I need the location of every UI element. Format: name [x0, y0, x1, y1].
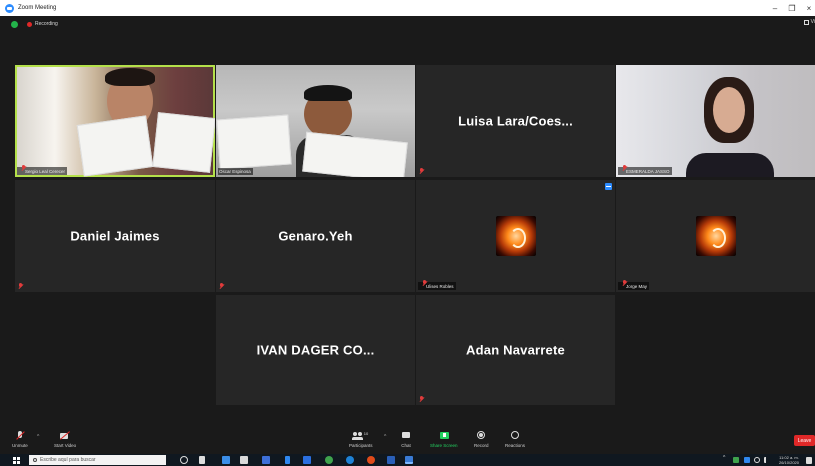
phoenix-avatar-icon	[495, 216, 536, 256]
chrome-icon[interactable]	[325, 456, 333, 464]
audio-options-caret[interactable]: ^	[37, 434, 39, 440]
document-paper	[152, 112, 215, 173]
record-button[interactable]: Record	[474, 431, 489, 448]
participant-tile-luisa[interactable]: Luisa Lara/Coes...	[416, 65, 615, 177]
participant-tile-ivan[interactable]: IVAN DAGER CO...	[216, 295, 415, 405]
participant-tile-oscar[interactable]: Oscar Espinosa	[216, 65, 415, 177]
reactions-button[interactable]: Reactions	[505, 431, 525, 448]
chat-icon	[400, 431, 412, 441]
view-label: Vi	[810, 19, 815, 25]
windows-start-icon[interactable]	[13, 456, 20, 464]
clock[interactable]: 11:02 a. m. 26/10/2020	[776, 455, 802, 465]
zoom-taskbar-icon[interactable]	[405, 456, 413, 464]
share-screen-button[interactable]: Share Screen	[430, 431, 458, 448]
taskbar-search-input[interactable]: Escribe aquí para buscar	[29, 455, 166, 465]
participant-tile-esmeralda[interactable]: ESMERALDA JASSO	[616, 65, 815, 177]
share-screen-icon	[438, 431, 450, 441]
vscode-icon[interactable]	[285, 456, 290, 464]
participant-name-label: Jorge May	[618, 280, 650, 290]
participant-tile-genaro[interactable]: Genaro.Yeh	[216, 180, 415, 292]
cortana-icon[interactable]	[180, 456, 188, 464]
security-shield-icon[interactable]	[11, 20, 18, 28]
notifications-icon[interactable]	[806, 457, 812, 464]
maximize-button[interactable]: ❐	[784, 0, 800, 16]
leave-button[interactable]: Leave	[794, 435, 815, 446]
chat-button[interactable]: Chat	[400, 431, 412, 448]
participant-display-name: Luisa Lara/Coes...	[458, 113, 573, 129]
word-icon[interactable]	[387, 456, 395, 464]
recording-dot-icon	[27, 21, 32, 27]
zoom-window: Zoom Meeting – ❐ × Recording Vi Sergio L…	[0, 0, 815, 466]
store-icon[interactable]	[240, 456, 248, 464]
document-paper	[216, 114, 292, 170]
task-view-icon[interactable]	[199, 456, 205, 464]
mic-muted-icon	[21, 165, 26, 171]
participant-tile-adan[interactable]: Adan Navarrete	[416, 295, 615, 405]
participants-options-caret[interactable]: ^	[384, 434, 386, 440]
dropbox-icon[interactable]	[262, 456, 270, 464]
participants-button[interactable]: 10 Participants	[349, 431, 373, 448]
participant-display-name: Daniel Jaimes	[70, 228, 160, 244]
search-icon	[33, 458, 37, 462]
window-title: Zoom Meeting	[18, 5, 57, 11]
tray-chevron-icon[interactable]: ^	[723, 456, 725, 461]
taskbar-app-icon[interactable]	[303, 456, 311, 464]
mic-muted-icon	[622, 165, 627, 171]
video-off-icon	[59, 431, 71, 441]
participant-display-name: Adan Navarrete	[466, 342, 565, 358]
mic-muted-icon	[18, 283, 23, 289]
participant-tile-jorge[interactable]: Jorge May	[616, 180, 815, 292]
minimize-button[interactable]: –	[767, 0, 783, 16]
mic-muted-icon	[422, 280, 427, 286]
participant-name-label: Oscar Espinosa	[218, 168, 253, 175]
participant-name-label: Ulises Robles	[418, 280, 456, 290]
document-paper	[302, 131, 408, 177]
firefox-icon[interactable]	[367, 456, 375, 464]
edge-icon[interactable]	[346, 456, 354, 464]
mic-muted-icon	[419, 168, 424, 174]
zoom-app-icon	[5, 3, 14, 13]
view-button[interactable]: Vi	[803, 19, 815, 25]
participant-tile-sergio[interactable]: Sergio Leal Cerecer	[15, 65, 215, 177]
meeting-status-bar: Recording Vi	[0, 17, 815, 31]
title-bar: Zoom Meeting – ❐ ×	[0, 0, 815, 16]
participant-tile-daniel[interactable]: Daniel Jaimes	[15, 180, 215, 292]
mic-muted-icon	[419, 396, 424, 402]
recording-label: Recording	[35, 21, 58, 27]
record-icon	[475, 431, 487, 441]
phoenix-avatar-icon	[695, 216, 736, 256]
tray-app-icon[interactable]	[733, 457, 739, 463]
close-button[interactable]: ×	[801, 0, 815, 16]
participant-display-name: Genaro.Yeh	[278, 228, 353, 244]
meeting-controls-toolbar: Unmute ^ Start Video 10 Participants ^ C…	[0, 427, 815, 454]
participant-name-label: ESMERALDA JASSO	[618, 165, 672, 175]
document-paper	[76, 115, 154, 177]
grid-view-icon	[803, 19, 809, 25]
more-options-icon[interactable]	[605, 183, 612, 190]
unmute-button[interactable]: Unmute	[12, 431, 28, 448]
participant-name-label: Sergio Leal Cerecer	[17, 165, 68, 175]
reactions-smiley-icon	[509, 431, 521, 441]
onedrive-icon[interactable]	[744, 457, 750, 463]
participant-display-name: IVAN DAGER CO...	[256, 342, 375, 358]
mic-muted-icon	[219, 283, 224, 289]
volume-icon[interactable]	[764, 457, 770, 463]
start-video-button[interactable]: Start Video	[54, 431, 76, 448]
participants-icon: 10	[351, 431, 371, 441]
mic-muted-icon	[14, 431, 26, 441]
network-icon[interactable]	[754, 457, 760, 463]
mic-muted-icon	[622, 280, 627, 286]
taskbar-app-icon[interactable]	[222, 456, 230, 464]
participant-tile-ulises[interactable]: Ulises Robles	[416, 180, 615, 292]
